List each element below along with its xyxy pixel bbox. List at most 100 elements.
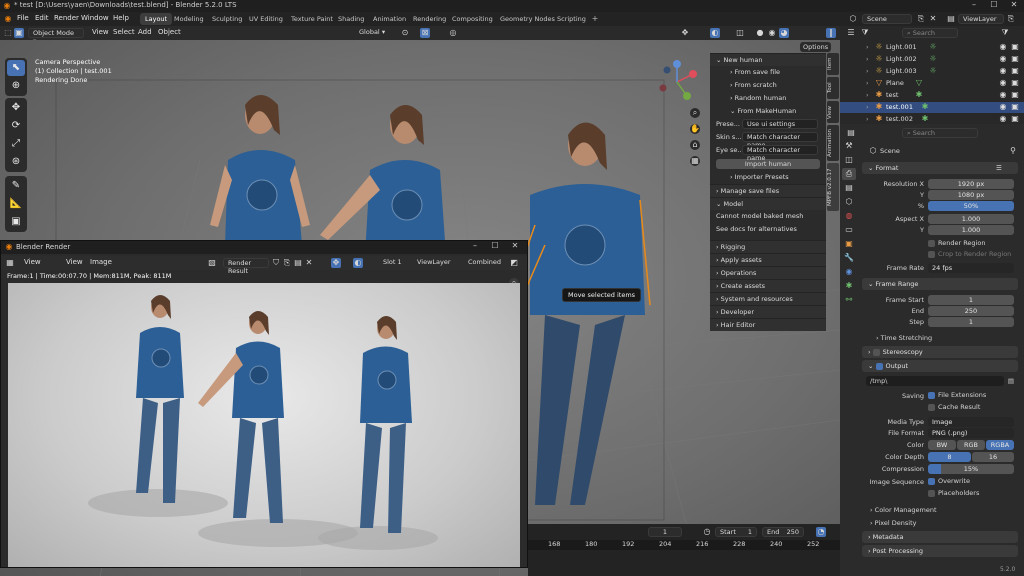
depth-8-option[interactable]: 8 <box>928 452 971 462</box>
scale-tool-icon[interactable]: ⤢ <box>7 136 25 152</box>
visibility-eye-icon[interactable]: ◉ <box>998 102 1008 112</box>
aspect-x-field[interactable]: 1.000 <box>928 214 1014 224</box>
apply-assets-section[interactable]: › Apply assets <box>710 253 826 266</box>
modifier-tab-icon[interactable]: 🔧 <box>842 252 856 264</box>
blender-menu-icon[interactable]: ◉ <box>3 14 13 24</box>
import-human-button[interactable]: Import human <box>716 159 820 169</box>
output-tab-icon[interactable]: ⎙ <box>842 168 856 180</box>
world-tab-icon[interactable]: ◍ <box>842 210 856 222</box>
add-workspace-icon[interactable]: + <box>590 14 600 24</box>
add-cube-tool-icon[interactable]: ▣ <box>7 214 25 230</box>
move-tool-icon[interactable]: ✥ <box>7 100 25 116</box>
file-extensions-checkbox[interactable]: File Extensions <box>928 391 986 399</box>
outliner-row[interactable]: › ▽ Plane ▽ ◉ ▣ <box>840 78 1024 89</box>
res-x-field[interactable]: 1920 px <box>928 179 1014 189</box>
time-stretching-subpanel[interactable]: › Time Stretching <box>876 334 932 342</box>
scene-tab-icon[interactable]: ⬡ <box>842 196 856 208</box>
metadata-section[interactable]: › Metadata <box>862 531 1018 543</box>
tab-animation[interactable]: Animation <box>368 13 411 25</box>
color-rgba-option[interactable]: RGBA <box>986 440 1014 450</box>
visibility-eye-icon[interactable]: ◉ <box>998 66 1008 76</box>
pan-hand-icon[interactable]: ✋ <box>690 124 700 134</box>
render-menu-view[interactable]: View <box>63 258 86 268</box>
from-makehuman-subpanel[interactable]: ⌄ From MakeHuman <box>710 105 826 118</box>
pin-icon[interactable]: ⚲ <box>1008 146 1018 156</box>
sidebar-tab-view[interactable]: View <box>827 101 839 123</box>
rigging-section[interactable]: › Rigging <box>710 240 826 253</box>
sidebar-tab-mpfb[interactable]: MPFB v2.0.17 <box>827 163 839 211</box>
render-maximize-button[interactable]: ☐ <box>485 241 505 253</box>
object-tab-icon[interactable]: ▣ <box>842 238 856 250</box>
properties-search-input[interactable]: ⌕ Search <box>902 128 978 138</box>
checkbox-off[interactable] <box>872 348 880 356</box>
render-camera-icon[interactable]: ▣ <box>1010 114 1020 124</box>
gizmo-toggle-icon[interactable]: ✥ <box>331 258 341 268</box>
annotate-tool-icon[interactable]: ✎ <box>7 178 25 194</box>
render-menu-view-mode[interactable]: View <box>21 258 44 268</box>
random-human-subpanel[interactable]: › Random human <box>710 92 826 105</box>
frame-range-section[interactable]: ⌄ Frame Range <box>862 278 1018 290</box>
format-presets-icon[interactable]: ☰ <box>996 162 1002 174</box>
filter-icon[interactable]: ⧩ <box>860 28 870 38</box>
overlays-icon[interactable]: ◐ <box>710 28 720 38</box>
color-management-subpanel[interactable]: › Color Management <box>870 506 937 514</box>
format-section[interactable]: ⌄ Format ☰ <box>862 162 1018 174</box>
file-format-dropdown[interactable]: PNG (.png) <box>928 428 1014 438</box>
current-frame-field[interactable]: 1 <box>648 527 682 537</box>
shading-rendered-icon[interactable]: ◕ <box>779 28 789 38</box>
render-camera-icon[interactable]: ▣ <box>1010 78 1020 88</box>
render-camera-icon[interactable]: ▣ <box>1010 90 1020 100</box>
outliner-row[interactable]: › ☼ Light.003 ☼ ◉ ▣ <box>840 66 1024 77</box>
sidebar-tab-tool[interactable]: Tool <box>827 77 839 99</box>
render-minimize-button[interactable]: – <box>465 241 485 253</box>
tab-geometry-nodes[interactable]: Geometry Nodes <box>495 13 560 25</box>
visibility-eye-icon[interactable]: ◉ <box>998 78 1008 88</box>
depth-16-option[interactable]: 16 <box>972 452 1014 462</box>
crop-region-checkbox[interactable]: Crop to Render Region <box>928 250 1011 258</box>
viewport-menu-select[interactable]: Select <box>110 28 138 38</box>
rotate-tool-icon[interactable]: ⟳ <box>7 118 25 134</box>
maximize-button[interactable]: ☐ <box>984 0 1004 12</box>
measure-tool-icon[interactable]: 📐 <box>7 196 25 212</box>
start-frame-field[interactable]: Start 1 <box>715 527 757 537</box>
xray-icon[interactable]: ◫ <box>735 28 745 38</box>
tab-scripting[interactable]: Scripting <box>552 13 591 25</box>
preset-dropdown[interactable]: Use ui settings <box>742 119 818 129</box>
render-pass-dropdown[interactable]: Combined <box>464 258 504 268</box>
compression-slider[interactable]: 15% <box>928 464 1014 474</box>
new-image-icon[interactable]: ⎘ <box>282 258 292 268</box>
tab-layout[interactable]: Layout <box>140 13 173 25</box>
view-layer-tab-icon[interactable]: ▤ <box>842 182 856 194</box>
slot-dropdown[interactable]: Slot 1 <box>379 258 409 268</box>
visibility-eye-icon[interactable]: ◉ <box>998 90 1008 100</box>
render-tab-icon[interactable]: ◫ <box>842 154 856 166</box>
viewport-menu-add[interactable]: Add <box>135 28 155 38</box>
transform-tool-icon[interactable]: ⊛ <box>7 154 25 170</box>
model-section[interactable]: ⌄ Model <box>710 197 826 210</box>
menu-help[interactable]: Help <box>110 14 132 24</box>
tab-uv-editing[interactable]: UV Editing <box>244 13 288 25</box>
minimize-button[interactable]: – <box>964 0 984 12</box>
view-layer-dropdown[interactable]: ViewLayer <box>958 14 1004 24</box>
object-data-tab-icon[interactable]: ✱ <box>842 280 856 292</box>
end-frame-field[interactable]: End 250 <box>762 527 804 537</box>
placeholders-checkbox[interactable]: Placeholders <box>928 489 979 497</box>
camera-view-icon[interactable]: ⌂ <box>690 140 700 150</box>
shading-solid-icon[interactable]: ● <box>755 28 765 38</box>
timeline-ruler[interactable]: 168 180 192 204 216 228 240 252 <box>528 540 840 550</box>
sidebar-tab-animation[interactable]: Animation <box>827 125 839 161</box>
select-box-icon[interactable]: ▣ <box>14 28 24 38</box>
tab-rendering[interactable]: Rendering <box>408 13 451 25</box>
shading-material-icon[interactable]: ◉ <box>767 28 777 38</box>
render-menu-image[interactable]: Image <box>87 258 115 268</box>
overwrite-checkbox[interactable]: Overwrite <box>928 477 970 485</box>
close-button[interactable]: ✕ <box>1004 0 1024 12</box>
display-channels-icon[interactable]: ◩ <box>509 258 519 268</box>
select-tool-icon[interactable]: ⬉ <box>7 60 25 76</box>
tool-tab-icon[interactable]: ⚒ <box>842 140 856 152</box>
physics-tab-icon[interactable]: ◉ <box>842 266 856 278</box>
eye-dropdown[interactable]: Match character name <box>742 145 818 162</box>
res-y-field[interactable]: 1080 px <box>928 190 1014 200</box>
output-path-input[interactable]: /tmp\ <box>866 376 1004 386</box>
outliner-filter-icon[interactable]: ⧩ <box>1000 28 1010 38</box>
